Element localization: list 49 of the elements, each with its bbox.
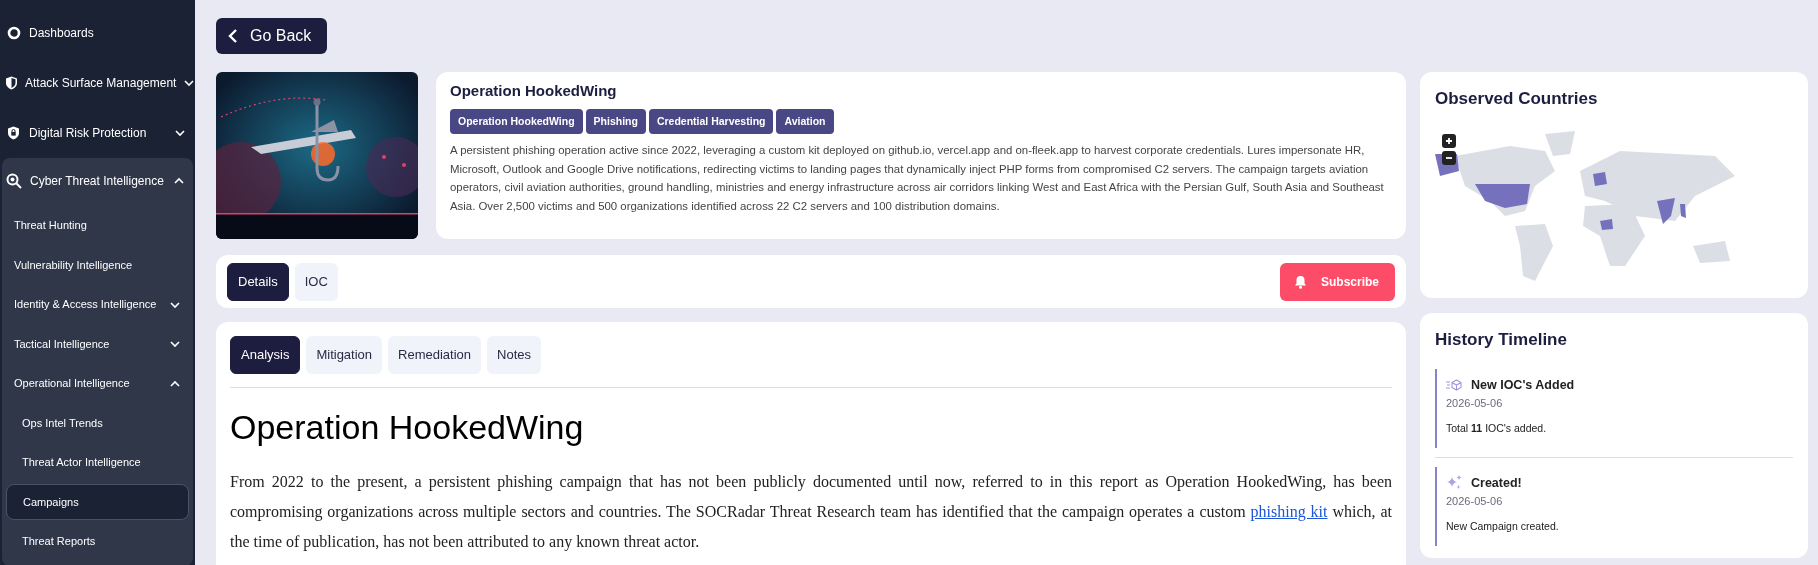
sidebar-item[interactable]: Operational Intelligence <box>6 365 189 402</box>
entry-title: Created! <box>1471 474 1522 492</box>
tag: Phishing <box>585 108 646 135</box>
tag: Operation HookedWing <box>450 108 583 135</box>
sidebar-item[interactable]: Identity & Access Intelligence <box>6 286 189 323</box>
tab[interactable]: IOC <box>294 262 338 301</box>
sidebar-item[interactable]: Campaigns <box>6 484 189 520</box>
card-title: Observed Countries <box>1435 88 1599 110</box>
search-icon <box>6 173 23 189</box>
sidebar-item[interactable]: Dashboards <box>0 8 195 58</box>
chevron-icon <box>169 338 181 350</box>
shield-icon <box>5 76 18 90</box>
bell-icon <box>1293 274 1307 289</box>
go-back-button[interactable]: Go Back <box>216 18 328 54</box>
shield-lock-icon <box>7 126 20 140</box>
entry-date: 2026-05-06 <box>1446 396 1504 412</box>
sidebar-item[interactable]: Threat Hunting <box>6 207 189 244</box>
zoom-out-icon[interactable] <box>1442 150 1456 165</box>
chevron-icon <box>183 77 196 89</box>
sidebar-item[interactable]: Threat Reports <box>6 523 189 560</box>
sidebar-item[interactable]: Attack Surface Management <box>0 58 195 108</box>
ring-icon <box>6 26 21 40</box>
entry-text: New Campaign created. <box>1446 518 1560 534</box>
sidebar-item[interactable]: Digital Risk Protection <box>0 108 195 158</box>
cube-icon <box>1446 378 1462 391</box>
link[interactable]: phishing kit <box>1250 503 1328 520</box>
sidebar-item[interactable]: Ops Intel Trends <box>6 405 189 441</box>
tab[interactable]: Mitigation <box>306 336 383 374</box>
tag: Credential Harvesting <box>648 108 774 135</box>
sidebar-item[interactable]: Threat Actor Intelligence <box>6 444 189 481</box>
campaign-title: Operation HookedWing <box>450 81 618 101</box>
entry-date: 2026-05-06 <box>1446 494 1504 510</box>
zoom-in-icon[interactable] <box>1442 133 1456 148</box>
tab[interactable]: Details <box>227 262 289 301</box>
entry-text: Total 11 IOC's added. <box>1446 420 1548 436</box>
sidebar-item[interactable]: Cyber Threat Intelligence <box>2 158 193 204</box>
card-title: History Timeline <box>1435 329 1568 351</box>
sidebar-item[interactable]: Tactical Intelligence <box>6 326 189 362</box>
tab[interactable]: Remediation <box>388 336 482 374</box>
entry-title: New IOC's Added <box>1471 376 1575 394</box>
campaign-description: A persistent phishing operation active since 2022, leveraging a custom kit deployed on github.io, vercel.app and on-fleek.app to harvest corporate credentials. Lures impersonate HR, Microsoft, Outlook and Google Drive notifications, redirecting victims to landing pages that dynamically inject PHP forms from compromised C2 servers. The campaign targets aviation operators, civil aviation authorities, ground handling, ministries and energy infrastructure across air corridors linking West and East Africa with the Persian Gulf, South Asia and Southeast Asia. Over 2,500 victims and 500 organizations identified across 22 C2 servers and 100 distribution domains. <box>450 143 1385 214</box>
article-heading: Operation HookedWing <box>230 407 585 448</box>
chevron-icon <box>174 127 186 139</box>
sparkle-icon <box>1446 475 1462 491</box>
tag: Aviation <box>776 108 834 135</box>
tab[interactable]: Notes <box>487 336 542 374</box>
article-paragraph: From 2022 to the present, a persistent phishing campaign that has not been publicly documented until now, referred to in this report as Operation HookedWing, has been compromising organizations across multiple sectors and countries. The SOCRadar Threat Research team has identified that the campaign operates a custom phishing kit which, at the time of publication, has not been attributed to any known threat actor. <box>230 472 1392 553</box>
sidebar-item[interactable]: Vulnerability Intelligence <box>6 247 189 283</box>
tab[interactable]: Analysis <box>230 336 301 374</box>
